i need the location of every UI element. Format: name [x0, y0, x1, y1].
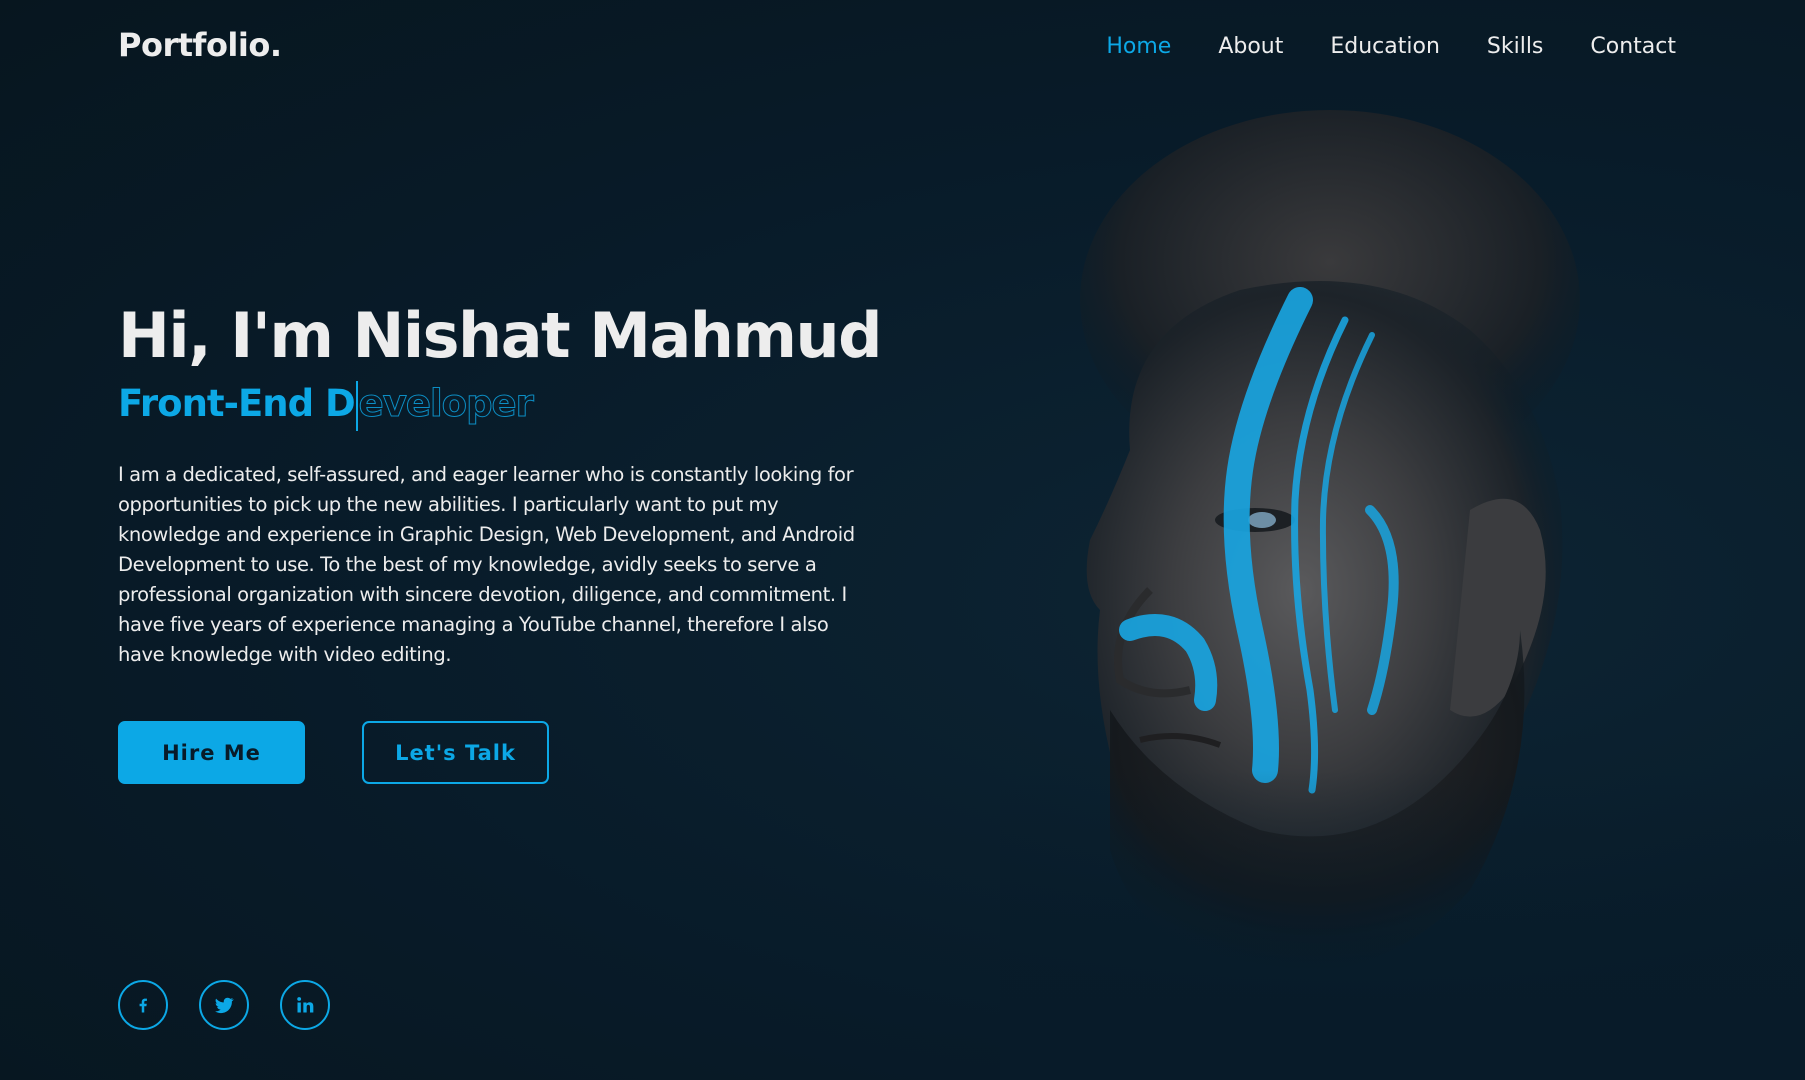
nav-about[interactable]: About — [1218, 34, 1283, 59]
role-text-outline: eveloper — [358, 382, 534, 426]
hero-content: Hi, I'm Nishat Mahmud Front-End Develope… — [118, 296, 883, 670]
hire-me-button[interactable]: Hire Me — [118, 721, 305, 784]
site-header: Portfolio. Home About Education Skills C… — [0, 0, 1805, 96]
nav-skills[interactable]: Skills — [1487, 34, 1544, 59]
nav-contact[interactable]: Contact — [1590, 34, 1676, 59]
logo[interactable]: Portfolio. — [118, 26, 282, 64]
hero-buttons: Hire Me Let's Talk — [118, 721, 549, 784]
facebook-icon — [139, 998, 147, 1013]
main-nav: Home About Education Skills Contact — [1106, 34, 1676, 59]
nav-education[interactable]: Education — [1330, 34, 1440, 59]
twitter-link[interactable] — [199, 980, 249, 1030]
hero-title: Hi, I'm Nishat Mahmud — [118, 299, 883, 372]
hero-role: Front-End Developer — [118, 378, 878, 431]
linkedin-icon — [297, 997, 314, 1013]
social-links — [118, 980, 330, 1030]
lets-talk-button[interactable]: Let's Talk — [362, 721, 549, 784]
twitter-icon — [215, 997, 234, 1014]
hero-description: I am a dedicated, self-assured, and eage… — [118, 463, 855, 666]
hero-portrait-image — [1000, 110, 1800, 1080]
nav-home[interactable]: Home — [1106, 34, 1171, 59]
typing-caret — [355, 380, 358, 431]
role-text-filled: Front-End D — [118, 382, 356, 425]
portfolio-page: Portfolio. Home About Education Skills C… — [0, 0, 1805, 1080]
facebook-link[interactable] — [118, 980, 168, 1030]
linkedin-link[interactable] — [280, 980, 330, 1030]
